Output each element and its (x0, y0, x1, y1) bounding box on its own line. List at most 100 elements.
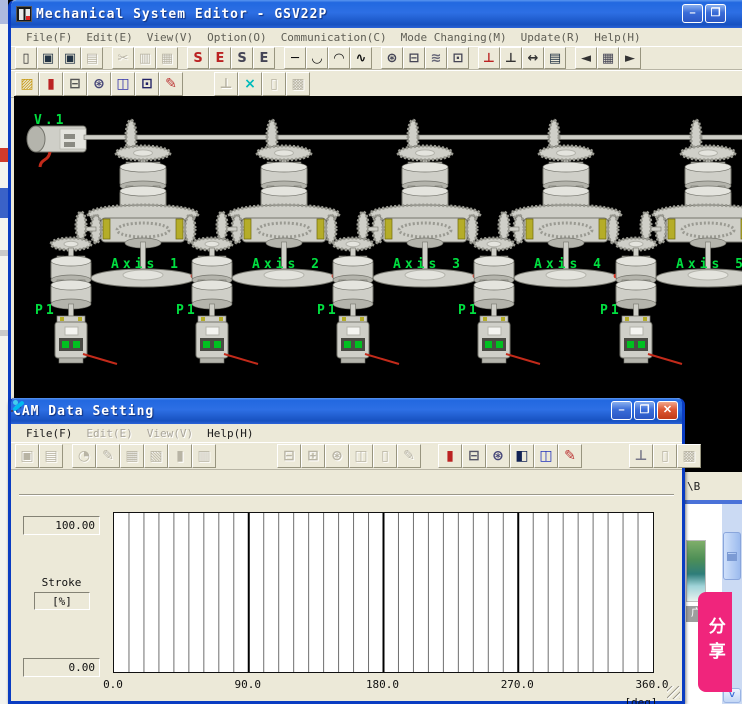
cam-tb-grid-b-button[interactable]: ▧ (144, 444, 168, 468)
tb1-cut-button[interactable]: ✂ (112, 47, 134, 69)
menu-edit[interactable]: Edit(E) (79, 31, 139, 44)
svg-text:Axis 4: Axis 4 (534, 257, 605, 272)
cam-tb-tools-button[interactable]: ✎ (558, 444, 582, 468)
tb1-book-button[interactable]: ▤ (544, 47, 566, 69)
tb2-panel-red-blue-button[interactable]: ◫ (111, 72, 135, 96)
tb1-clutch-button[interactable]: ⊟ (403, 47, 425, 69)
tb1-gear-button[interactable]: ⊛ (381, 47, 403, 69)
tb1-cam-box-button[interactable]: ⊡ (447, 47, 469, 69)
tb2-folder-yellow-button[interactable]: ▨ (15, 72, 39, 96)
minimize-button[interactable]: – (682, 4, 703, 23)
cam-tb-save-button[interactable]: ▣ (15, 444, 39, 468)
tb2-tools-button[interactable]: ✎ (159, 72, 183, 96)
cam-tb-page-button[interactable]: ▯ (373, 444, 397, 468)
menu-communication[interactable]: Communication(C) (274, 31, 394, 44)
cam-tb-red-book-button[interactable]: ▮ (438, 444, 462, 468)
scrollbar-thumb[interactable] (723, 532, 741, 580)
cam-titlebar[interactable]: CAM Data Setting – ❐ ✕ (11, 398, 682, 424)
cam-tb-monitor-dark-button[interactable]: ◧ (510, 444, 534, 468)
tb2-dotted-box-button[interactable]: ▩ (286, 72, 310, 96)
tb1-press-down-button[interactable]: ⊥ (500, 47, 522, 69)
tb2-cyan-cross-button[interactable]: × (238, 72, 262, 96)
main-titlebar[interactable]: Mechanical System Editor - GSV22P – ❐ (11, 0, 742, 28)
tb2-clutch-unit-button[interactable]: ⊟ (63, 72, 87, 96)
resize-grip[interactable] (667, 686, 680, 699)
maximize-button[interactable]: ❐ (705, 4, 726, 23)
background-left-strip (0, 0, 8, 704)
cam-tb-undo-button[interactable]: ◔ (72, 444, 96, 468)
cam-menu-view: View(V) (140, 427, 200, 440)
cam-tb-group: ⊥▯▩ (629, 444, 701, 468)
chart-gridlines (114, 513, 653, 672)
tb1-next-button[interactable]: ► (619, 47, 641, 69)
cam-tb-gear-sequence-button[interactable]: ⊛ (486, 444, 510, 468)
main-toolbar-bottom: ▨▮⊟⊛◫⊡✎ ⊥×▯▩ (11, 70, 742, 98)
tb1-curve-both-button[interactable]: ◠ (328, 47, 350, 69)
cam-tb-grid-a-button[interactable]: ▦ (120, 444, 144, 468)
svg-text:P1: P1 (600, 303, 622, 318)
tb1-line-button[interactable]: ─ (284, 47, 306, 69)
tb1-save-button[interactable]: ▣ (37, 47, 59, 69)
tb2-red-book-button[interactable]: ▮ (39, 72, 63, 96)
tb1-grid-table-button[interactable]: ▦ (597, 47, 619, 69)
tb1-curve-wave-button[interactable]: ∿ (350, 47, 372, 69)
cam-tb-monitor-blue-button[interactable]: ◫ (534, 444, 558, 468)
tb1-clutch-end-button[interactable]: E (253, 47, 275, 69)
tb1-press-start-button[interactable]: S (187, 47, 209, 69)
cam-tb-panel-button[interactable]: ◫ (349, 444, 373, 468)
cam-tb-box-a-button[interactable]: ▯ (653, 444, 677, 468)
tb1-shaft-button[interactable]: ↔ (522, 47, 544, 69)
menu-mode-changing[interactable]: Mode Changing(M) (394, 31, 514, 44)
tb2-gray-box-button[interactable]: ▯ (262, 72, 286, 96)
tb1-press-down-set-button[interactable]: ⊥ (478, 47, 500, 69)
cam-tb-box-b-button[interactable]: ▩ (677, 444, 701, 468)
x-tick-label: 270.0 (492, 678, 542, 691)
tb1-clutch-start-button[interactable]: S (231, 47, 253, 69)
browser-path-bar: \B (685, 472, 742, 500)
y-axis-name-label: Stroke (23, 576, 100, 589)
axis-assembly-5: Axis 5P1 (600, 120, 742, 364)
tb1-copy-button[interactable]: ▥ (134, 47, 156, 69)
tb1-group: SESE (187, 47, 275, 69)
tb1-group: ⊛⊟≋⊡ (381, 47, 469, 69)
tb1-print-button[interactable]: ▤ (81, 47, 103, 69)
cam-tb-list-button[interactable]: ▥ (192, 444, 216, 468)
svg-text:Axis 3: Axis 3 (393, 257, 464, 272)
tb1-save-as-button[interactable]: ▣ (59, 47, 81, 69)
share-button[interactable]: 分享 (698, 592, 732, 692)
tb1-prev-button[interactable]: ◄ (575, 47, 597, 69)
cam-tb-clutch-a-button[interactable]: ⊟ (277, 444, 301, 468)
svg-text:Axis 1: Axis 1 (111, 257, 182, 272)
menu-view[interactable]: View(V) (140, 31, 200, 44)
tb2-press-unit-button[interactable]: ⊥ (214, 72, 238, 96)
cam-close-button[interactable]: ✕ (657, 401, 678, 420)
tb1-spring-button[interactable]: ≋ (425, 47, 447, 69)
cam-tb-press-unit-button[interactable]: ⊥ (629, 444, 653, 468)
tb1-curve-down-button[interactable]: ◡ (306, 47, 328, 69)
left-strip-fragment (0, 0, 8, 24)
cam-tb-print-button[interactable]: ▤ (39, 444, 63, 468)
cam-tb-group: ▮⊟⊛◧◫✎ (438, 444, 582, 468)
cam-maximize-button[interactable]: ❐ (634, 401, 655, 420)
cam-tb-gear-seq-button[interactable]: ⊛ (325, 444, 349, 468)
tb1-press-end-button[interactable]: E (209, 47, 231, 69)
cam-tb-clutch-unit-button[interactable]: ⊟ (462, 444, 486, 468)
cam-chart-plot[interactable] (113, 512, 654, 673)
tb1-new-button[interactable]: ▯ (15, 47, 37, 69)
cam-tb-pen-button[interactable]: ✎ (397, 444, 421, 468)
cam-minimize-button[interactable]: – (611, 401, 632, 420)
menu-option[interactable]: Option(O) (200, 31, 274, 44)
cam-tb-edit-button[interactable]: ✎ (96, 444, 120, 468)
tb1-group: ✂▥▦ (112, 47, 178, 69)
tb2-gear-sequence-button[interactable]: ⊛ (87, 72, 111, 96)
main-motor: V.1 (27, 113, 86, 167)
cam-tb-column-button[interactable]: ▮ (168, 444, 192, 468)
cam-menu-file[interactable]: File(F) (19, 427, 79, 440)
menu-update[interactable]: Update(R) (514, 31, 588, 44)
cam-menu-help[interactable]: Help(H) (200, 427, 260, 440)
tb1-paste-button[interactable]: ▦ (156, 47, 178, 69)
cam-tb-clutch-b-button[interactable]: ⊞ (301, 444, 325, 468)
tb2-monitor-button[interactable]: ⊡ (135, 72, 159, 96)
menu-help[interactable]: Help(H) (587, 31, 647, 44)
menu-file[interactable]: File(F) (19, 31, 79, 44)
